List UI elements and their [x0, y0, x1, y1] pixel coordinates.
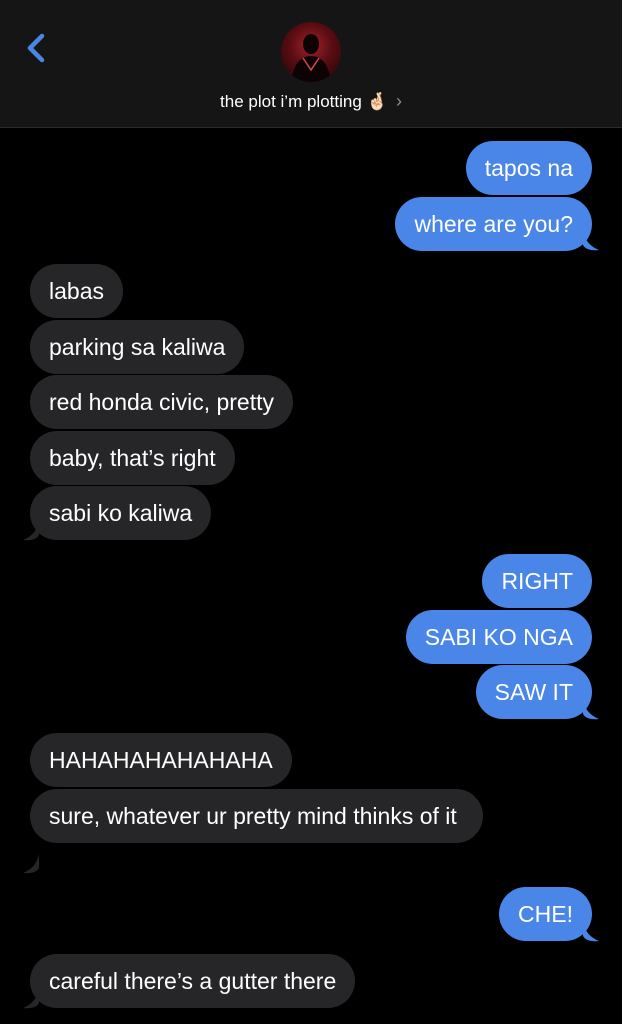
message-bubble-received[interactable]: baby, that’s right: [30, 431, 235, 485]
chevron-right-icon: ›: [395, 91, 402, 111]
contact-name-row[interactable]: the plot i’m plotting 🤞🏻 ›: [0, 88, 622, 114]
back-button[interactable]: [16, 26, 56, 70]
message-bubble-sent[interactable]: SAW IT: [475, 665, 592, 719]
conversation-header: the plot i’m plotting 🤞🏻 ›: [0, 0, 622, 128]
bubble-tail-icon: [23, 989, 39, 1009]
person-silhouette-icon: [291, 34, 331, 82]
message-bubble-received[interactable]: sabi ko kaliwa: [30, 486, 212, 540]
message-thread[interactable]: tapos na where are you? labas parking sa…: [0, 128, 622, 1024]
contact-name: the plot i’m plotting: [220, 92, 362, 111]
bubble-tail-icon: [583, 922, 599, 942]
contact-avatar[interactable]: [281, 22, 341, 82]
message-bubble-sent[interactable]: tapos na: [465, 141, 592, 195]
message-bubble-received[interactable]: red honda civic, pretty: [30, 375, 294, 429]
message-bubble-received[interactable]: sure, whatever ur pretty mind thinks of …: [30, 789, 483, 843]
message-bubble-sent[interactable]: RIGHT: [482, 554, 592, 608]
bubble-tail-icon: [583, 231, 599, 251]
chevron-left-icon: [27, 33, 45, 63]
message-bubble-sent[interactable]: CHE!: [499, 887, 592, 941]
message-bubble-sent[interactable]: SABI KO NGA: [405, 610, 592, 664]
message-bubble-sent[interactable]: where are you?: [395, 197, 592, 251]
fingers-crossed-emoji: 🤞🏻: [366, 92, 388, 111]
bubble-tail-icon: [23, 521, 39, 541]
message-bubble-received[interactable]: labas: [30, 264, 123, 318]
message-bubble-received[interactable]: careful there’s a gutter there: [30, 954, 356, 1008]
bubble-tail-icon: [23, 854, 39, 874]
message-bubble-received[interactable]: HAHAHAHAHAHAHA: [30, 733, 292, 787]
bubble-tail-icon: [583, 700, 599, 720]
message-bubble-received[interactable]: parking sa kaliwa: [30, 320, 245, 374]
